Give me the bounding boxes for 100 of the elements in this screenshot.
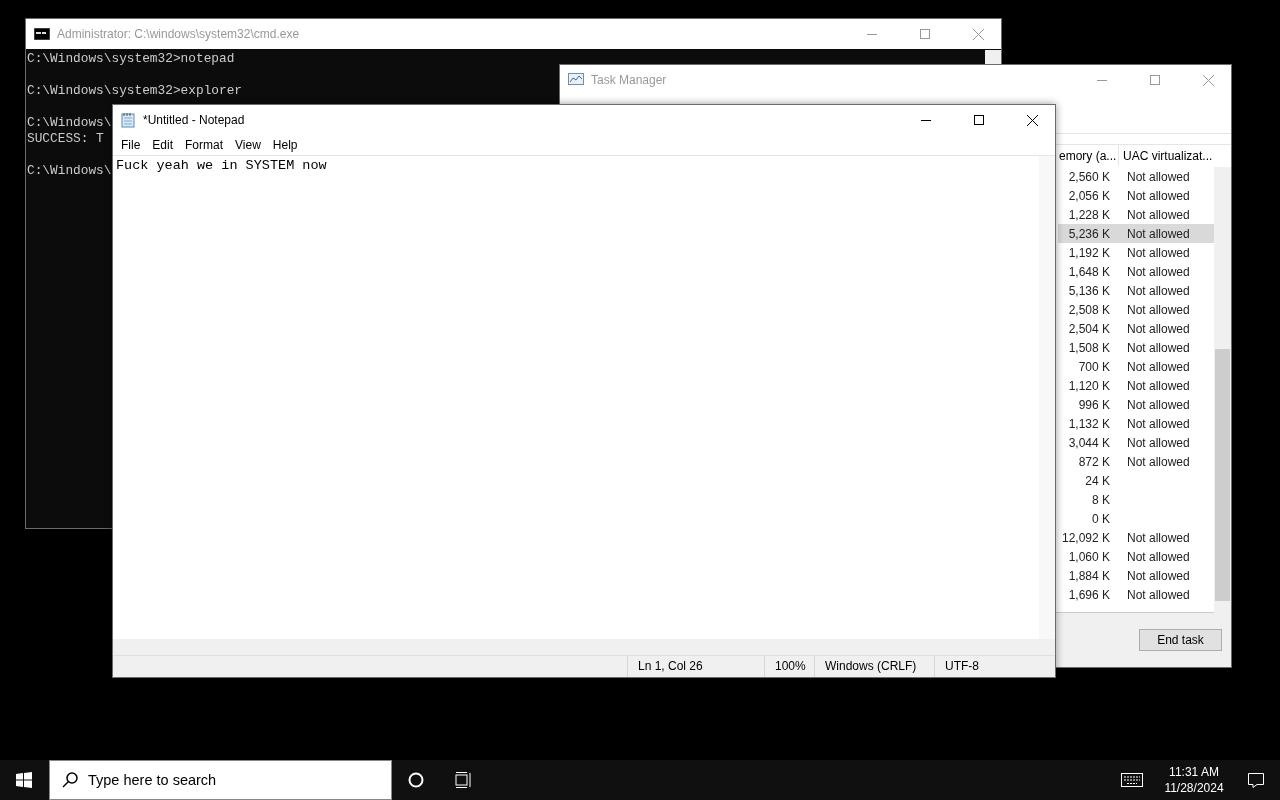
table-cell-text: Not allowed <box>1126 340 1191 355</box>
menu-item[interactable]: Edit <box>146 138 180 152</box>
console-line: SUCCESS: T <box>27 131 104 147</box>
circle-icon <box>408 772 424 788</box>
table-cell-text: 996 K <box>1077 397 1111 412</box>
table-cell-text: Not allowed <box>1126 397 1191 412</box>
console-line: C:\Windows\system32>notepad <box>27 51 235 67</box>
close-icon <box>1026 114 1038 126</box>
table-cell-text: 1,120 K <box>1067 378 1111 393</box>
table-cell-text: Not allowed <box>1126 188 1191 203</box>
table-cell-text: Not allowed <box>1126 549 1191 564</box>
maximize-icon <box>974 115 984 125</box>
table-cell-text: 24 K <box>1084 473 1111 488</box>
keyboard-icon <box>1121 773 1143 787</box>
table-row[interactable]: 12,092 K Not allowed <box>1058 528 1214 547</box>
table-cell-text: Not allowed <box>1126 435 1191 450</box>
table-row[interactable]: 24 K <box>1058 471 1214 490</box>
table-cell-text: Not allowed <box>1126 454 1191 469</box>
status-text: Windows (CRLF) <box>814 656 934 677</box>
minimize-icon <box>867 33 877 35</box>
table-row[interactable]: 700 K Not allowed <box>1058 357 1214 376</box>
table-cell-text: 1,228 K <box>1067 207 1111 222</box>
task-view-icon <box>455 772 473 788</box>
windows-icon <box>16 772 32 788</box>
close-icon <box>972 28 984 40</box>
table-row[interactable]: 2,056 K Not allowed <box>1058 186 1214 205</box>
table-cell-text: 3,044 K <box>1067 435 1111 450</box>
maximize-icon <box>1150 75 1160 85</box>
search-field[interactable]: Type here to search <box>49 760 392 800</box>
document-text[interactable]: Fuck yeah we in SYSTEM now <box>113 156 330 175</box>
table-cell-text: 5,236 K <box>1067 226 1111 241</box>
table-cell-text: Not allowed <box>1126 245 1191 260</box>
table-cell-text: Not allowed <box>1126 302 1191 317</box>
table-cell-text: Not allowed <box>1126 530 1191 545</box>
status-text: 100% <box>764 656 814 677</box>
table-cell-text: 1,060 K <box>1067 549 1111 564</box>
status-text: Ln 1, Col 26 <box>627 656 764 677</box>
table-row[interactable]: 1,884 K Not allowed <box>1058 566 1214 585</box>
table-row[interactable]: 1,648 K Not allowed <box>1058 262 1214 281</box>
table-row[interactable]: 2,504 K Not allowed <box>1058 319 1214 338</box>
search-icon <box>62 772 78 788</box>
menu-item[interactable]: File <box>115 138 147 152</box>
table-cell-text: Not allowed <box>1126 169 1191 184</box>
table-row[interactable]: 1,228 K Not allowed <box>1058 205 1214 224</box>
table-cell-text: Not allowed <box>1126 416 1191 431</box>
scrollbar[interactable] <box>985 50 1001 64</box>
menu-item[interactable]: Format <box>179 138 230 152</box>
table-cell-text: 2,508 K <box>1067 302 1111 317</box>
column-header[interactable]: UAC virtualizat... <box>1118 145 1214 166</box>
table-cell-text: 2,560 K <box>1067 169 1111 184</box>
chart-icon <box>568 73 584 87</box>
table-row[interactable]: 1,192 K Not allowed <box>1058 243 1214 262</box>
table-row[interactable]: 1,060 K Not allowed <box>1058 547 1214 566</box>
table-cell-text: Not allowed <box>1126 226 1191 241</box>
table-cell-text: 1,192 K <box>1067 245 1111 260</box>
table-cell-text: Not allowed <box>1126 283 1191 298</box>
menu-item[interactable]: Help <box>266 138 304 152</box>
minimize-icon <box>921 119 931 121</box>
table-row[interactable]: 0 K <box>1058 509 1214 528</box>
close-icon <box>1202 74 1214 86</box>
table-cell-text: 1,508 K <box>1067 340 1111 355</box>
table-cell-text: Not allowed <box>1126 587 1191 602</box>
table-cell-text: 5,136 K <box>1067 283 1111 298</box>
table-cell-text: 1,696 K <box>1067 587 1111 602</box>
minimize-icon <box>1097 79 1107 81</box>
scrollbar[interactable] <box>1039 156 1055 639</box>
table-row[interactable]: 8 K <box>1058 490 1214 509</box>
table-cell-text: 2,504 K <box>1067 321 1111 336</box>
console-line: C:\Windows\system32>explorer <box>27 83 243 99</box>
table-row[interactable]: 1,132 K Not allowed <box>1058 414 1214 433</box>
table-cell-text: Not allowed <box>1126 568 1191 583</box>
table-row[interactable]: 1,120 K Not allowed <box>1058 376 1214 395</box>
table-cell-text: 872 K <box>1077 454 1111 469</box>
console-line: C:\Windows\ <box>27 115 112 131</box>
notepad-window: *Untitled - Notepad File Edit Format View Help Fuck yeah we in SYSTEM now Ln 1, Col 26 100% Windows (CRLF) UTF-8 <box>112 104 1056 678</box>
table-row[interactable]: 1,508 K Not allowed <box>1058 338 1214 357</box>
table-row[interactable]: 5,236 K Not allowed <box>1058 224 1214 243</box>
scrollbar[interactable] <box>113 639 1055 655</box>
table-row[interactable]: 1,696 K Not allowed <box>1058 585 1214 604</box>
end-task-button[interactable]: End task <box>1139 629 1222 651</box>
message-icon <box>1248 772 1264 788</box>
table-cell-text: Not allowed <box>1126 321 1191 336</box>
menu-item[interactable]: View <box>229 138 267 152</box>
table-row[interactable]: 3,044 K Not allowed <box>1058 433 1214 452</box>
maximize-icon <box>920 29 930 39</box>
table-row[interactable]: 2,508 K Not allowed <box>1058 300 1214 319</box>
table-cell-text: 700 K <box>1077 359 1111 374</box>
console-icon <box>34 28 50 40</box>
clock-time[interactable]: 11:31 AM <box>1169 764 1219 780</box>
table-cell-text: Not allowed <box>1126 359 1191 374</box>
scrollbar[interactable] <box>1214 167 1231 613</box>
table-row[interactable]: 872 K Not allowed <box>1058 452 1214 471</box>
table-row[interactable]: 996 K Not allowed <box>1058 395 1214 414</box>
table-cell-text: Not allowed <box>1126 378 1191 393</box>
clock-date[interactable]: 11/28/2024 <box>1164 780 1224 796</box>
status-text: UTF-8 <box>934 656 1047 677</box>
table-cell-text: 1,648 K <box>1067 264 1111 279</box>
table-row[interactable]: 2,560 K Not allowed <box>1058 167 1214 186</box>
table-cell-text: Not allowed <box>1126 207 1191 222</box>
table-row[interactable]: 5,136 K Not allowed <box>1058 281 1214 300</box>
